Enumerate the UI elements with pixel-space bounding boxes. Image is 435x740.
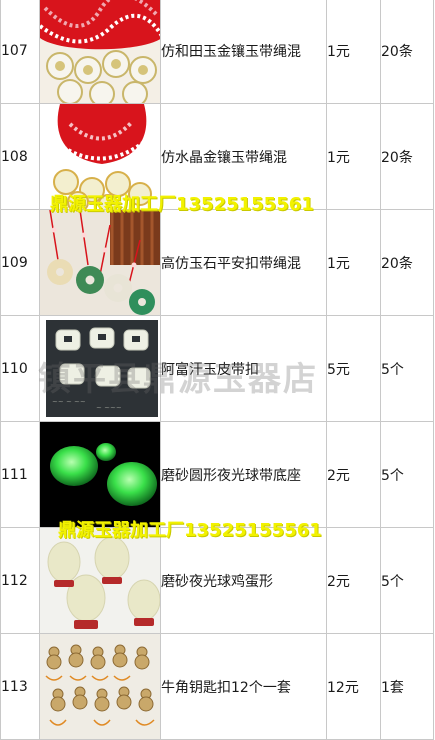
product-price: 1元: [326, 209, 381, 316]
table-row: 112 磨砂夜光球鸡蛋形 2元 5个: [0, 527, 434, 634]
product-name: 牛角钥匙扣12个一套: [160, 633, 327, 740]
product-name: 高仿玉石平安扣带绳混: [160, 209, 327, 316]
table-row: 108 仿水晶金镶玉带绳混 1元 20条: [0, 103, 434, 210]
belt-buckles-image: ~~ ~ ~~ ~ ~~~: [40, 316, 160, 421]
product-image: [40, 104, 160, 209]
item-number: 109: [0, 209, 40, 316]
product-price: 1元: [326, 103, 381, 210]
product-name: 磨砂圆形夜光球带底座: [160, 421, 327, 528]
product-image: [40, 528, 160, 633]
product-image: [40, 634, 160, 739]
product-price: 1元: [326, 0, 381, 104]
jade-necklaces-image: [40, 210, 160, 315]
product-image-cell: ~~ ~ ~~ ~ ~~~: [39, 315, 161, 422]
item-number: 108: [0, 103, 40, 210]
table-row: 107 仿和田玉金镶玉带绳混 1元 20条: [0, 0, 434, 104]
product-name: 仿和田玉金镶玉带绳混: [160, 0, 327, 104]
product-image-cell: [39, 209, 161, 316]
item-number: 113: [0, 633, 40, 740]
product-quantity: 20条: [380, 0, 434, 104]
product-image: [40, 0, 160, 103]
product-price: 12元: [326, 633, 381, 740]
table-row: 113 牛角钥匙扣12个一套 12元 1套: [0, 633, 434, 740]
product-image-cell: [39, 633, 161, 740]
item-number: 110: [0, 315, 40, 422]
product-image-cell: [39, 421, 161, 528]
table-row: 111 磨砂圆形夜光球带底座 2元 5个: [0, 421, 434, 528]
product-price: 2元: [326, 421, 381, 528]
product-quantity: 20条: [380, 103, 434, 210]
product-quantity: 20条: [380, 209, 434, 316]
table-row: 109 高仿玉石平安扣带绳混 1元 20条: [0, 209, 434, 316]
product-catalog-table: 107 仿和田玉金镶玉带绳混 1元 20条 108 仿水晶金镶玉带绳混 1元 2…: [0, 0, 434, 740]
gourd-keychains-image: [40, 634, 160, 739]
product-quantity: 1套: [380, 633, 434, 740]
product-name: 阿富汗玉皮带扣: [160, 315, 327, 422]
product-price: 5元: [326, 315, 381, 422]
item-number: 111: [0, 421, 40, 528]
svg-text:~~ ~ ~~: ~~ ~ ~~: [52, 398, 86, 406]
product-image: ~~ ~ ~~ ~ ~~~: [40, 316, 160, 421]
product-quantity: 5个: [380, 315, 434, 422]
product-price: 2元: [326, 527, 381, 634]
svg-text:~ ~~~: ~ ~~~: [96, 404, 122, 412]
product-image: [40, 422, 160, 527]
product-quantity: 5个: [380, 421, 434, 528]
product-image-cell: [39, 103, 161, 210]
product-quantity: 5个: [380, 527, 434, 634]
product-image: [40, 210, 160, 315]
item-number: 112: [0, 527, 40, 634]
glowing-stones-image: [40, 422, 160, 527]
product-image-cell: [39, 0, 161, 104]
product-image-cell: [39, 527, 161, 634]
table-row: 110 ~~ ~ ~~ ~ ~~~ 阿富汗玉皮带扣 5元 5个: [0, 315, 434, 422]
product-name: 仿水晶金镶玉带绳混: [160, 103, 327, 210]
egg-glow-balls-image: [40, 528, 160, 633]
product-name: 磨砂夜光球鸡蛋形: [160, 527, 327, 634]
item-number: 107: [0, 0, 40, 104]
crystal-pendants-image: [40, 104, 160, 209]
white-jade-pendants-image: [40, 0, 160, 103]
